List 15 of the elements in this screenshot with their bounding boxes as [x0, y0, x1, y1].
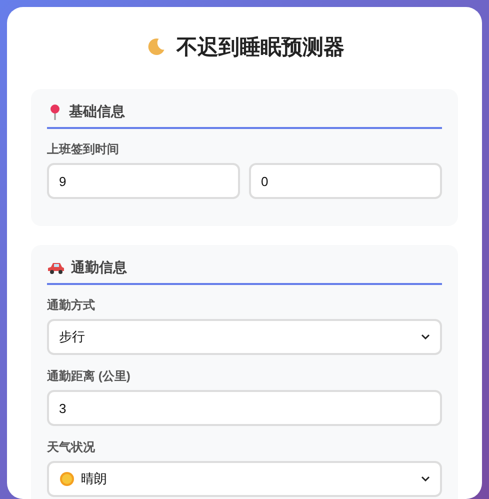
input-field[interactable]: 9 [47, 163, 240, 199]
field-label: 上班签到时间 [47, 141, 120, 158]
section-heading: 通勤信息 [71, 259, 127, 277]
sun-icon [59, 471, 75, 487]
chevron-down-icon [421, 476, 430, 482]
field-label: 通勤方式 [47, 297, 96, 314]
field-label: 通勤距离 (公里) [47, 368, 132, 385]
select-field[interactable]: 晴朗 [47, 461, 442, 497]
field-label: 天气状况 [47, 439, 96, 456]
chevron-down-icon [421, 334, 430, 340]
section-heading: 基础信息 [69, 103, 125, 121]
select-field[interactable]: 步行 [47, 319, 442, 355]
input-field[interactable]: 0 [249, 163, 442, 199]
input-field[interactable]: 3 [47, 390, 442, 426]
page-title: 不迟到睡眠预测器 [176, 35, 344, 61]
